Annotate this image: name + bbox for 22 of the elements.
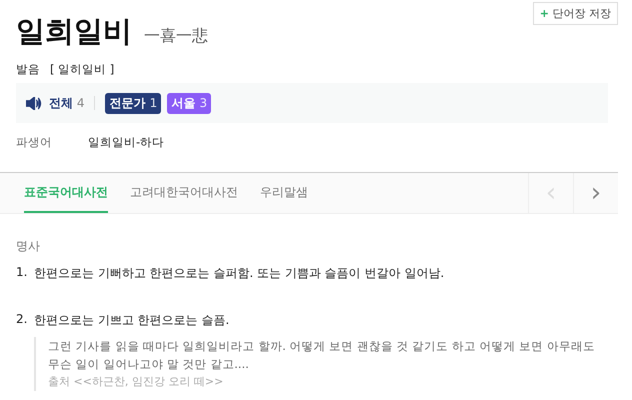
audio-all-label[interactable]: 전체 4 xyxy=(49,94,84,112)
speaker-icon[interactable] xyxy=(26,96,43,110)
dictionary-tab[interactable]: 우리말샘 xyxy=(260,173,308,213)
definition-text: 한편으로는 기뻐하고 한편으로는 슬퍼함. 또는 기쁨과 슬픔이 번갈아 일어남. xyxy=(34,265,444,282)
speaker-badge[interactable]: 전문가 1 xyxy=(105,92,162,114)
example-text: 그런 기사를 읽을 때마다 일희일비라고 할까. 어떻게 보면 괜찮을 것 같기도 하고 어떻게 보면 아무래도 무슨 일이 일어나고야 말 것만 같고.... xyxy=(48,338,596,373)
nav-arrow-button[interactable]: › xyxy=(573,173,618,213)
speaker-badge[interactable]: 서울 3 xyxy=(167,92,212,114)
definition-text: 한편으로는 기쁘고 한편으로는 슬픔. xyxy=(34,312,230,329)
derivative-text: 일희일비-하다 xyxy=(88,135,164,150)
source-text: 출처 <<하근찬, 임진강 오리 떼>> xyxy=(48,374,224,390)
hanja-text: 一喜一悲 xyxy=(144,26,208,47)
definition-number: 2. xyxy=(16,312,24,328)
headword: 일희일비 xyxy=(16,13,132,50)
dictionary-tab[interactable]: 표준국어대사전 xyxy=(24,173,108,213)
pronunciation-label: 발음 xyxy=(16,62,40,77)
pronunciation-text: [ 일히일비 ] xyxy=(50,62,114,77)
save-button[interactable]: + 단어장 저장 xyxy=(532,2,618,25)
part-of-speech: 명사 xyxy=(15,238,41,255)
derivative-label: 파생어 xyxy=(16,135,53,150)
dictionary-tab[interactable]: 고려대한국어대사전 xyxy=(130,173,238,213)
definition-number: 1. xyxy=(16,265,24,281)
